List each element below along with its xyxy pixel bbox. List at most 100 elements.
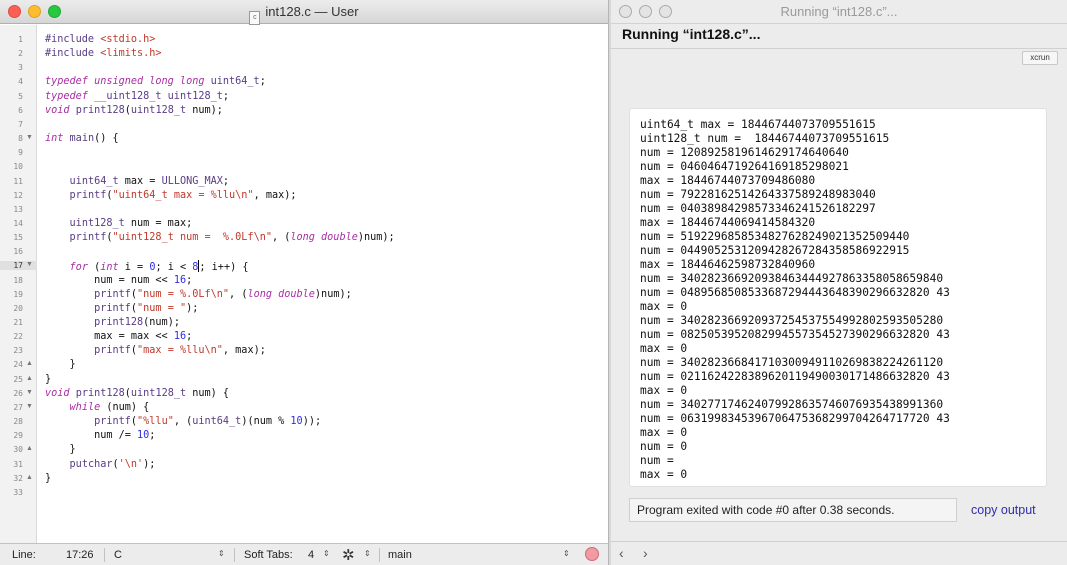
output-line: max = 18446462598732840960 [640, 258, 816, 271]
code-line[interactable]: printf("uint64_t max = %llu\n", max); [45, 190, 297, 201]
line-number: 24 [13, 360, 23, 370]
output-line: num = 1208925819614629174640640 [640, 146, 849, 159]
soft-tabs-label: Soft Tabs: [244, 549, 293, 561]
code-line[interactable]: void print128(uint128_t num); [45, 105, 223, 116]
fold-open-icon[interactable]: ▼ [26, 389, 33, 396]
code-line[interactable]: printf("uint128_t num = %.0Lf\n", (long … [45, 232, 395, 243]
symbol-selector[interactable]: main [388, 549, 412, 561]
code-line[interactable]: #include <limits.h> [45, 48, 162, 59]
output-line: num = 79228162514264337589248983040 [640, 188, 876, 201]
line-number: 8 [18, 134, 23, 144]
output-line: num = 0460464719264169185298021 [640, 160, 849, 173]
line-number: 32 [13, 473, 23, 483]
code-line[interactable]: printf("max = %llu\n", max); [45, 345, 266, 356]
editor-window-title: c int128.c — User [0, 4, 608, 25]
code-line[interactable]: printf("num = %.0Lf\n", (long double)num… [45, 289, 352, 300]
line-number: 19 [13, 289, 23, 299]
line-number: 29 [13, 431, 23, 441]
symbol-updown-icon[interactable]: ⇕ [563, 549, 570, 558]
language-selector[interactable]: C [114, 549, 122, 561]
line-number: 28 [13, 417, 23, 427]
output-line: num = 0449052531209428267284358586922915 [640, 244, 910, 257]
back-arrow-icon[interactable]: ‹ [619, 545, 624, 561]
output-line: max = 0 [640, 384, 688, 397]
tab-size-updown-icon[interactable]: ⇕ [323, 549, 330, 558]
fold-open-icon[interactable]: ▼ [26, 403, 33, 410]
gear-icon[interactable]: ✲ [342, 546, 355, 564]
line-number: 30 [13, 445, 23, 455]
code-line[interactable]: int main() { [45, 133, 119, 144]
code-line[interactable]: num /= 10; [45, 430, 155, 441]
code-line[interactable]: } [45, 444, 76, 455]
code-line[interactable]: printf("num = "); [45, 303, 198, 314]
line-number-gutter: 1 2 3 4 5 6 7 8 ▼ 9 10 11 12 13 14 15 16 17 ▼ 18 19 20 21 22 23 2… [0, 25, 37, 543]
line-number: 12 [13, 190, 23, 200]
editor-title-text: int128.c — User [265, 4, 359, 19]
line-number: 4 [18, 77, 23, 87]
language-updown-icon[interactable]: ⇕ [218, 549, 225, 558]
code-line[interactable]: } [45, 359, 76, 370]
line-number: 11 [13, 176, 23, 186]
output-line: max = 18446744073709486080 [640, 174, 816, 187]
code-line[interactable]: } [45, 473, 51, 484]
code-line[interactable]: for (int i = 0; i < 8; i++) { [45, 260, 248, 273]
fold-open-icon[interactable]: ▼ [26, 261, 33, 268]
fold-close-icon[interactable]: ▲ [26, 375, 33, 382]
line-number: 15 [13, 233, 23, 243]
line-number: 20 [13, 303, 23, 313]
code-line[interactable]: uint64_t max = ULLONG_MAX; [45, 176, 230, 187]
output-line: max = 0 [640, 468, 688, 481]
exit-status: Program exited with code #0 after 0.38 s… [629, 498, 957, 522]
code-line[interactable]: typedef __uint128_t uint128_t; [45, 91, 229, 102]
fold-close-icon[interactable]: ▲ [26, 360, 33, 367]
fold-close-icon[interactable]: ▲ [26, 445, 33, 452]
line-number: 18 [13, 275, 23, 285]
gear-updown-icon[interactable]: ⇕ [364, 549, 371, 558]
code-line[interactable]: #include <stdio.h> [45, 34, 155, 45]
line-number: 6 [18, 105, 23, 115]
code-line[interactable]: uint128_t num = max; [45, 218, 193, 229]
output-line: num = 0631998345396706475368299704264717… [640, 412, 950, 425]
line-number: 2 [18, 49, 23, 59]
tab-size-selector[interactable]: 4 [308, 549, 314, 561]
line-number: 13 [13, 204, 23, 214]
code-line[interactable]: num = num << 16; [45, 275, 192, 286]
forward-arrow-icon[interactable]: › [643, 545, 648, 561]
output-line: num = 3402823669209384634449278633580586… [640, 272, 944, 285]
line-number: 25 [13, 374, 23, 384]
record-macro-icon[interactable] [585, 547, 599, 561]
copy-output-link[interactable]: copy output [971, 503, 1036, 517]
line-number: 1 [18, 35, 23, 44]
c-file-icon: c [249, 11, 261, 25]
editor-window: c int128.c — User 1 2 3 4 5 6 7 8 ▼ 9 10 11 12 13 14 15 1… [0, 0, 609, 565]
code-line[interactable]: printf("%llu", (uint64_t)(num % 10)); [45, 416, 321, 427]
xcrun-button[interactable]: xcrun [1022, 51, 1058, 65]
code-line[interactable]: void print128(uint128_t num) { [45, 388, 229, 399]
output-line: max = 18446744069414584320 [640, 216, 816, 229]
cursor-position[interactable]: 17:26 [66, 549, 94, 561]
fold-close-icon[interactable]: ▲ [26, 474, 33, 481]
line-number: 23 [13, 346, 23, 356]
line-number: 7 [18, 119, 23, 129]
editor-titlebar: c int128.c — User [0, 0, 608, 25]
line-label: Line: [12, 549, 36, 561]
code-line[interactable]: putchar('\n'); [45, 459, 156, 470]
output-line: num = 0211624228389620119490030171486632… [640, 370, 950, 383]
program-output[interactable]: uint64_t max = 18446744073709551615 uint1… [629, 108, 1047, 487]
code-editor[interactable]: #include <stdio.h> #include <limits.h> typ… [37, 25, 608, 543]
line-number: 16 [13, 247, 23, 257]
code-line[interactable]: max = max << 16; [45, 331, 192, 342]
line-number: 22 [13, 332, 23, 342]
output-line: num = [640, 454, 681, 467]
fold-open-icon[interactable]: ▼ [26, 134, 33, 141]
code-line[interactable]: typedef unsigned long long uint64_t; [45, 76, 266, 87]
line-number: 5 [18, 91, 23, 101]
output-line: max = 0 [640, 342, 688, 355]
line-number: 33 [13, 487, 23, 497]
output-line: num = 3402823668417103009491102698382242… [640, 356, 944, 369]
output-line: num = 0 [640, 440, 688, 453]
code-line[interactable]: } [45, 374, 51, 385]
line-number: 21 [13, 318, 23, 327]
code-line[interactable]: while (num) { [45, 402, 150, 413]
code-line[interactable]: print128(num); [45, 317, 180, 328]
